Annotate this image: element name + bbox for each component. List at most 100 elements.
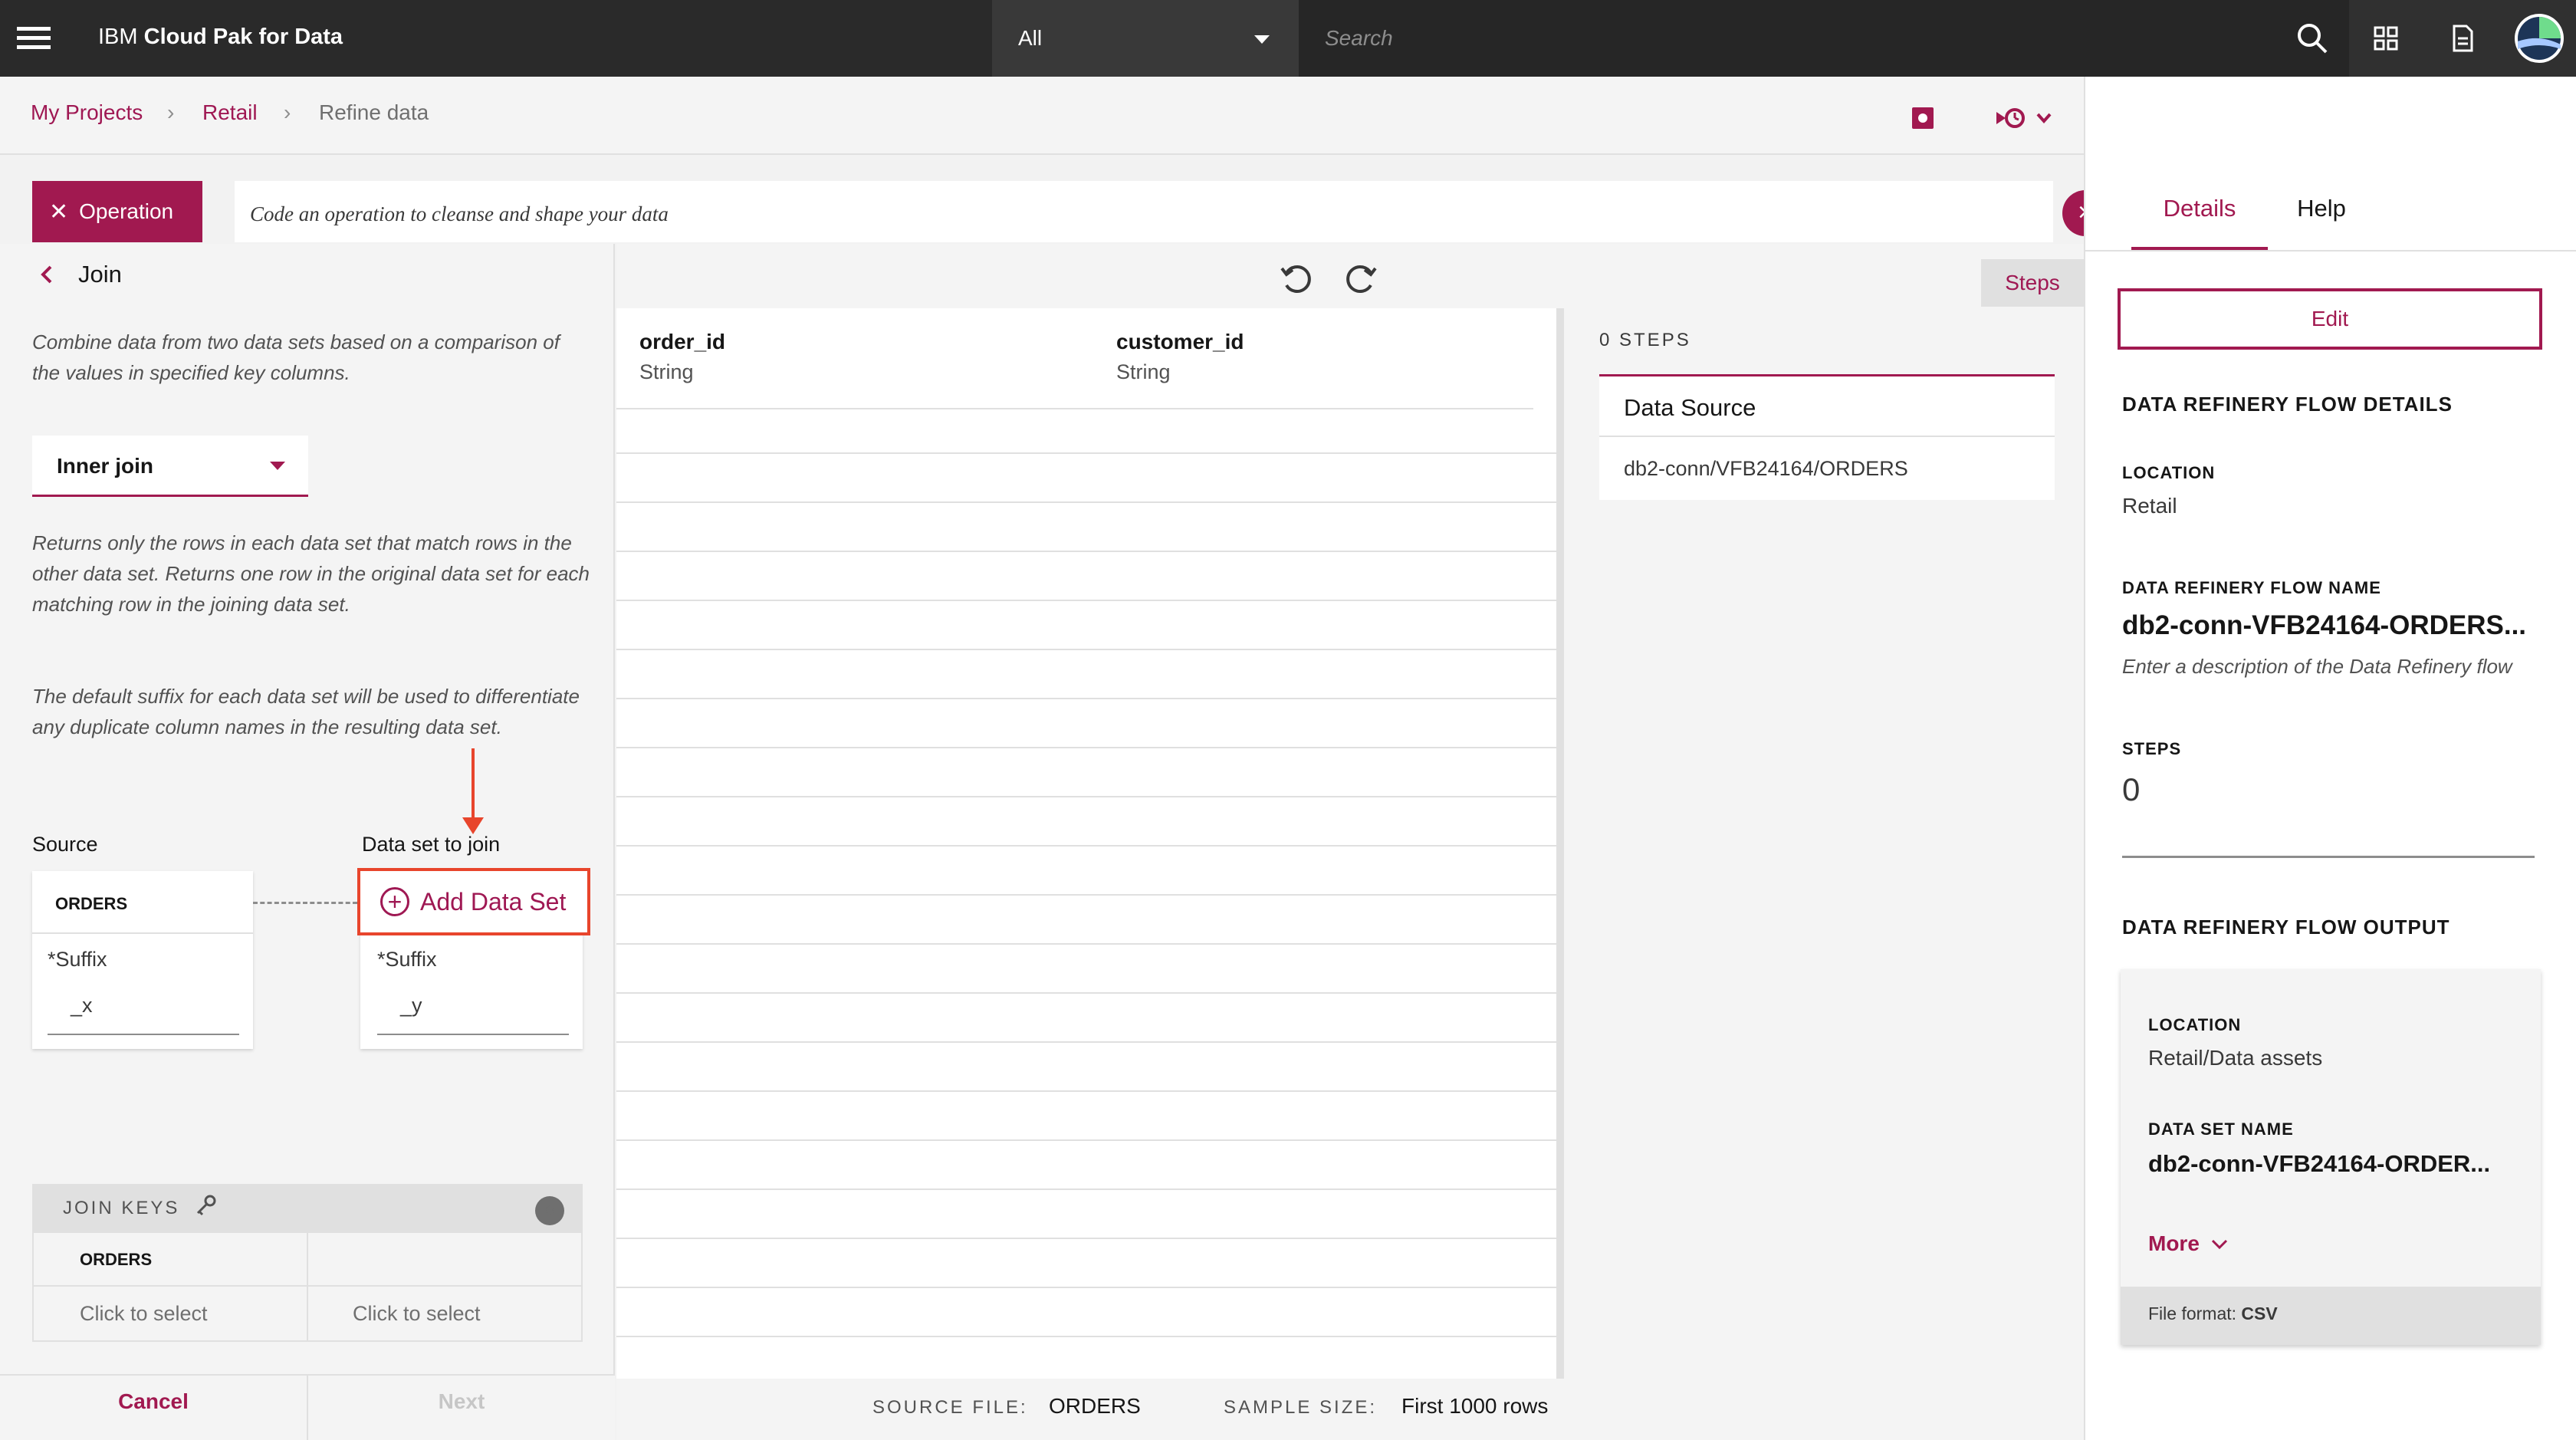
tab-help[interactable]: Help	[2268, 195, 2375, 222]
more-button[interactable]: More	[2148, 1231, 2200, 1256]
cancel-button[interactable]: Cancel	[0, 1389, 307, 1414]
join-type-description: Returns only the rows in each data set t…	[32, 531, 590, 616]
more-label: More	[2148, 1231, 2200, 1255]
job-icon[interactable]	[1904, 100, 1941, 136]
file-format-label: File format:	[2148, 1304, 2237, 1323]
data-source-title: Data Source	[1624, 394, 1756, 421]
steps-count: 0 STEPS	[1599, 330, 1691, 350]
file-format-value: CSV	[2241, 1304, 2278, 1323]
add-data-set-label: Add Data Set	[420, 887, 567, 916]
document-icon[interactable]	[2443, 18, 2482, 58]
breadcrumb	[0, 77, 2084, 155]
search-input[interactable]	[1299, 0, 2349, 77]
steps-button[interactable]: Steps	[1981, 259, 2084, 307]
table-row-divider	[616, 698, 1558, 699]
data-set-name-label: DATA SET NAME	[2148, 1119, 2294, 1139]
source-name: ORDERS	[55, 894, 128, 913]
chevron-down-icon	[1254, 35, 1270, 44]
join-description: Combine data from two data sets based on…	[32, 330, 560, 384]
apps-icon[interactable]	[2366, 18, 2406, 58]
flow-details-title: DATA REFINERY FLOW DETAILS	[2122, 393, 2453, 416]
operation-button[interactable]: ✕ Operation	[32, 181, 202, 242]
table-row-divider	[616, 845, 1558, 847]
annotation-arrow-head	[462, 817, 484, 834]
menu-icon[interactable]	[17, 21, 51, 55]
source-suffix-label: *Suffix	[48, 948, 107, 971]
flow-name-label: DATA REFINERY FLOW NAME	[2122, 578, 2381, 597]
table-row-divider	[616, 796, 1558, 797]
add-icon: +	[380, 887, 409, 916]
source-suffix-input[interactable]: _x	[48, 994, 239, 1035]
data-source-step[interactable]	[1599, 374, 2055, 500]
table-row-divider	[616, 1041, 1558, 1043]
data-set-name-value: db2-conn-VFB24164-ORDER...	[2148, 1150, 2491, 1177]
undo-icon[interactable]	[1276, 258, 1316, 298]
redo-icon[interactable]	[1342, 258, 1382, 298]
close-icon: ✕	[49, 199, 69, 225]
file-format: File format: CSV	[2148, 1304, 2278, 1324]
brand-prefix: IBM	[98, 25, 138, 49]
breadcrumb-my-projects[interactable]: My Projects	[31, 100, 143, 125]
data-source-path: db2-conn/VFB24164/ORDERS	[1624, 457, 1908, 480]
join-key-select[interactable]: Click to select	[353, 1302, 481, 1326]
sample-size-value: First 1000 rows	[1401, 1394, 1549, 1418]
table-row-divider	[616, 1139, 1558, 1141]
steps-label: STEPS	[2122, 739, 2182, 758]
output-location-label: LOCATION	[2148, 1015, 2242, 1034]
table-row-divider	[616, 1188, 1558, 1190]
schedule-history-icon[interactable]	[1992, 100, 2061, 136]
scrollbar[interactable]	[1556, 308, 1564, 1379]
table-row-divider	[616, 1238, 1558, 1239]
steps-value: 0	[2122, 771, 2141, 807]
flow-output-title: DATA REFINERY FLOW OUTPUT	[2122, 916, 2450, 939]
brand-title: IBM Cloud Pak for Data	[98, 25, 343, 50]
search-icon[interactable]	[2292, 18, 2332, 58]
source-file-label: SOURCE FILE:	[872, 1397, 1028, 1418]
table-row-divider	[616, 992, 1558, 994]
breadcrumb-refine-data: Refine data	[319, 100, 429, 124]
source-label: Source	[32, 833, 98, 856]
output-location-value: Retail/Data assets	[2148, 1046, 2323, 1070]
join-keys-label: JOIN KEYS	[63, 1198, 180, 1218]
operation-button-label: Operation	[79, 199, 174, 223]
join-suffix-input[interactable]: _y	[377, 994, 569, 1035]
table-row-divider	[616, 943, 1558, 945]
flow-description[interactable]: Enter a description of the Data Refinery…	[2122, 655, 2512, 679]
table-row-divider	[616, 1090, 1558, 1092]
table-row-divider	[616, 1287, 1558, 1288]
grid-rows	[616, 308, 1559, 1386]
operation-code-input[interactable]: Code an operation to cleanse and shape y…	[235, 181, 2053, 242]
join-type-value: Inner join	[57, 454, 153, 478]
chevron-down-icon	[2211, 1239, 2228, 1250]
join-connector	[253, 902, 357, 904]
breadcrumb-separator: ›	[167, 100, 175, 124]
scope-value: All	[1018, 26, 1043, 50]
chevron-down-icon	[270, 462, 285, 470]
join-type-select[interactable]: Inner join	[32, 436, 308, 497]
table-row-divider	[616, 1336, 1558, 1337]
tabs-divider	[2085, 250, 2576, 252]
table-row-divider	[616, 600, 1558, 601]
suffix-description: The default suffix for each data set wil…	[32, 685, 580, 738]
grid-toolbar	[616, 244, 1564, 308]
sample-size-label: SAMPLE SIZE:	[1224, 1397, 1378, 1418]
avatar[interactable]	[2512, 11, 2567, 66]
divider	[1599, 436, 2055, 437]
brand-name: Cloud Pak for Data	[143, 25, 343, 49]
join-keys-count-badge: 0	[535, 1196, 564, 1225]
source-key-select[interactable]: Click to select	[80, 1302, 208, 1326]
breadcrumb-retail[interactable]: Retail	[202, 100, 258, 125]
next-button[interactable]: Next	[308, 1389, 615, 1414]
table-row-divider	[616, 452, 1558, 454]
chevron-left-icon[interactable]	[35, 261, 58, 288]
tab-details[interactable]: Details	[2131, 195, 2268, 222]
join-suffix-label: *Suffix	[377, 948, 437, 971]
join-panel-title: Join	[78, 261, 122, 288]
table-row-divider	[616, 649, 1558, 650]
edit-button[interactable]: Edit	[2118, 288, 2542, 350]
add-data-set-button[interactable]: + Add Data Set	[357, 868, 590, 935]
location-label: LOCATION	[2122, 463, 2216, 482]
search-placeholder: Search	[1325, 26, 1393, 50]
breadcrumb-separator: ›	[284, 100, 291, 124]
table-row-divider	[616, 501, 1558, 503]
